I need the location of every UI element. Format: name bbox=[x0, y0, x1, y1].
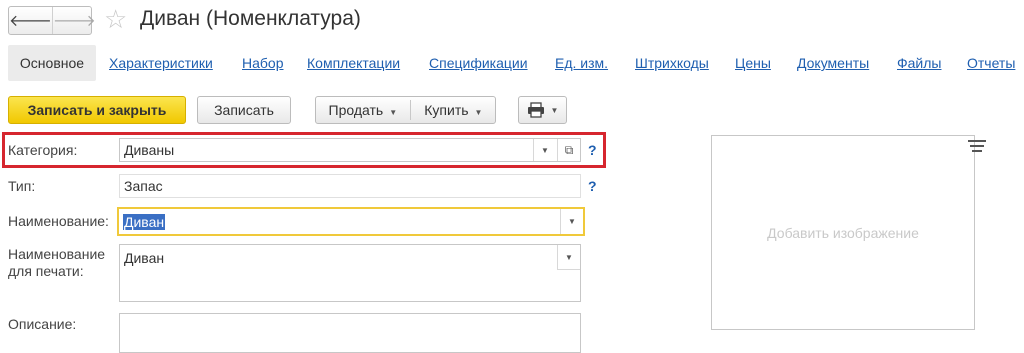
sell-label: Продать bbox=[328, 102, 384, 118]
chevron-down-icon: ▼ bbox=[565, 252, 573, 262]
tab-documents[interactable]: Документы bbox=[797, 55, 869, 71]
name-label: Наименование: bbox=[8, 213, 109, 229]
back-button[interactable]: 🡐 bbox=[9, 7, 52, 34]
category-label: Категория: bbox=[8, 142, 78, 158]
star-icon[interactable]: ☆ bbox=[104, 4, 127, 34]
name-field[interactable]: Диван ▼ bbox=[117, 207, 585, 236]
type-value: Запас bbox=[124, 178, 163, 194]
save-and-close-button[interactable]: Записать и закрыть bbox=[8, 96, 186, 124]
save-label: Записать bbox=[214, 102, 274, 118]
name-dropdown[interactable]: ▼ bbox=[560, 209, 583, 234]
buy-button[interactable]: Купить ▼ bbox=[424, 102, 482, 118]
type-field: Запас bbox=[119, 174, 581, 198]
tab-set[interactable]: Набор bbox=[242, 55, 284, 71]
chevron-down-icon: ▼ bbox=[389, 108, 398, 117]
divider bbox=[410, 100, 412, 120]
print-name-dropdown[interactable]: ▼ bbox=[557, 245, 580, 270]
open-window-icon: ⧉ bbox=[564, 142, 574, 157]
tab-prices[interactable]: Цены bbox=[735, 55, 771, 71]
arrow-left-icon: 🡐 bbox=[9, 13, 52, 30]
category-open-button[interactable]: ⧉ bbox=[557, 139, 580, 161]
chevron-down-icon: ▼ bbox=[550, 105, 559, 115]
category-field[interactable]: Диваны ▼ ⧉ bbox=[119, 138, 581, 162]
category-value: Диваны bbox=[124, 142, 175, 158]
type-help-icon[interactable]: ? bbox=[588, 178, 597, 194]
forward-button[interactable]: 🡒 bbox=[51, 7, 96, 34]
category-help-icon[interactable]: ? bbox=[588, 142, 597, 158]
tab-main[interactable]: Основное bbox=[8, 45, 96, 81]
chevron-down-icon: ▼ bbox=[474, 108, 483, 117]
tab-barcodes[interactable]: Штрихкоды bbox=[635, 55, 709, 71]
printer-icon bbox=[527, 102, 544, 118]
tab-characteristics[interactable]: Характеристики bbox=[109, 55, 213, 71]
buy-label: Купить bbox=[424, 102, 469, 118]
type-label: Тип: bbox=[8, 178, 36, 194]
save-and-close-label: Записать и закрыть bbox=[27, 102, 167, 118]
tab-specifications[interactable]: Спецификации bbox=[429, 55, 528, 71]
sell-button[interactable]: Продать ▼ bbox=[329, 102, 398, 118]
history-nav: 🡐 🡒 bbox=[8, 6, 96, 35]
print-name-label-line1: Наименование bbox=[8, 246, 106, 262]
print-button[interactable]: ▼ bbox=[518, 96, 567, 124]
image-panel[interactable]: Добавить изображение bbox=[711, 135, 975, 330]
description-label: Описание: bbox=[8, 316, 77, 332]
print-name-field[interactable]: Диван ▼ bbox=[119, 244, 581, 302]
chevron-down-icon: ▼ bbox=[568, 217, 576, 226]
tab-kits[interactable]: Комплектации bbox=[307, 55, 400, 71]
print-name-label-line2: для печати: bbox=[8, 263, 84, 279]
print-name-value: Диван bbox=[124, 250, 165, 266]
page-title: Диван (Номенклатура) bbox=[140, 7, 361, 30]
tab-reports[interactable]: Отчеты bbox=[967, 55, 1015, 71]
add-image-placeholder: Добавить изображение bbox=[767, 224, 919, 241]
name-value: Диван bbox=[123, 214, 166, 230]
arrow-right-icon: 🡒 bbox=[52, 13, 96, 30]
menu-icon[interactable] bbox=[968, 140, 988, 152]
description-field[interactable] bbox=[119, 313, 581, 353]
sell-buy-group: Продать ▼ Купить ▼ bbox=[315, 96, 496, 124]
category-dropdown[interactable]: ▼ bbox=[533, 139, 556, 161]
tab-files[interactable]: Файлы bbox=[897, 55, 941, 71]
tab-units[interactable]: Ед. изм. bbox=[555, 55, 608, 71]
save-button[interactable]: Записать bbox=[197, 96, 291, 124]
chevron-down-icon: ▼ bbox=[541, 145, 549, 155]
